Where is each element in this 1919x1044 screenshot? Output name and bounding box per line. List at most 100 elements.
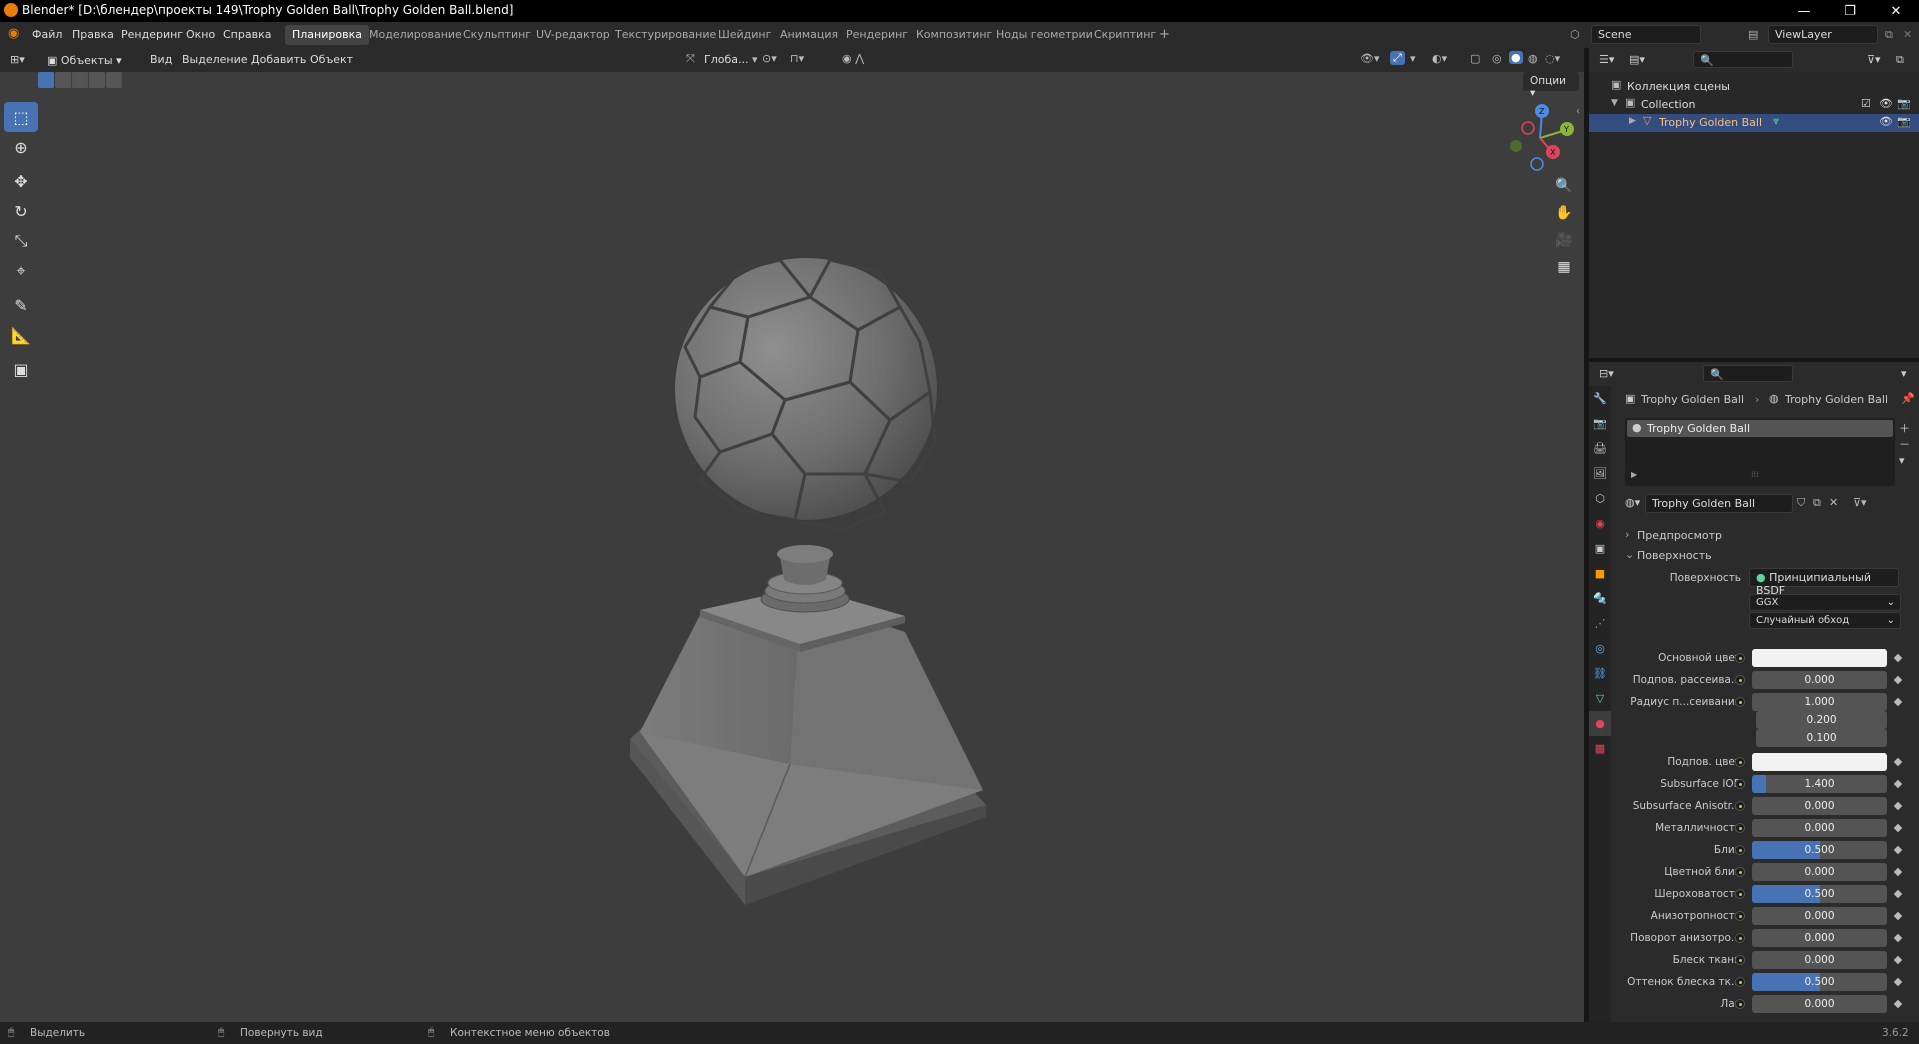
xray-icon[interactable]: ▢ [1470,52,1480,65]
wireframe-shading-icon[interactable]: ◎ [1492,52,1502,65]
properties-editor-type-icon[interactable]: ⊟▾ [1599,367,1614,380]
slot-specials-icon[interactable]: ▾ [1899,454,1905,467]
mesh-data-icon[interactable]: ⩔ [1773,114,1779,128]
socket-link-icon[interactable] [1735,889,1745,899]
neg-y-axis-icon[interactable] [1510,140,1522,152]
value-slider[interactable]: 0.000 [1752,863,1887,881]
keyframe-icon[interactable] [1893,779,1903,789]
annotate-tool-icon[interactable]: ✎ [4,290,38,320]
tab-sculpting[interactable]: Скульптинг [456,25,538,45]
tab-texture-paint[interactable]: Текстурирование [608,25,723,45]
view-layer-icon[interactable]: ▤ [1748,28,1758,41]
eye-icon[interactable]: 👁 [1879,97,1893,110]
menu-object[interactable]: Объект [310,53,353,66]
outliner-row-scene-collection[interactable]: ▣ Коллекция сцены [1589,78,1919,96]
surface-panel-header[interactable]: ⌄ Поверхность [1621,546,1913,564]
cursor-tool-icon[interactable]: ⊕ [4,132,38,162]
color-swatch[interactable] [1752,753,1887,771]
unlink-material-icon[interactable]: ✕ [1829,496,1838,509]
collection-tab-icon[interactable]: ▣ [1589,536,1611,561]
socket-link-icon[interactable] [1735,911,1745,921]
tab-uv-editing[interactable]: UV-редактор [529,25,617,45]
socket-link-icon[interactable] [1735,653,1745,663]
keyframe-icon[interactable] [1893,845,1903,855]
keyframe-icon[interactable] [1893,955,1903,965]
select-intersect-icon[interactable] [106,72,122,88]
expand-arrow-icon[interactable]: ▼ [1611,98,1618,108]
move-tool-icon[interactable]: ✥ [4,166,38,196]
navigation-gizmo[interactable]: Z Y X [1500,102,1580,174]
chevron-down-icon[interactable]: ▾ [1410,52,1416,65]
tab-shading[interactable]: Шейдинг [711,25,778,45]
tab-animation[interactable]: Анимация [773,25,845,45]
render-tab-icon[interactable]: 📷 [1589,411,1611,436]
add-cube-tool-icon[interactable]: ▣ [4,354,38,384]
rotate-tool-icon[interactable]: ↻ [4,196,38,226]
view-layer-tab-icon[interactable]: 🖼 [1589,461,1611,486]
socket-link-icon[interactable] [1735,779,1745,789]
menu-file[interactable]: Файл [32,28,62,41]
camera-view-icon[interactable]: 🎥 [1552,228,1576,252]
close-button[interactable]: ✕ [1873,0,1919,22]
resize-handle-icon[interactable]: ⁞⁞⁞ [1751,470,1759,479]
perspective-toggle-icon[interactable]: ▦ [1552,255,1576,279]
transform-orientation-selector[interactable]: Глоба... [704,53,748,66]
select-new-icon[interactable] [38,72,54,88]
keyframe-icon[interactable] [1893,823,1903,833]
sidebar-toggle-icon[interactable]: ‹ [1576,106,1580,117]
pivot-point-icon[interactable]: ⊙▾ [762,52,777,65]
menu-render[interactable]: Рендеринг [121,28,183,41]
menu-help[interactable]: Справка [223,28,271,41]
blender-menu-icon[interactable]: ◉ [8,26,19,41]
transform-orientation-icon[interactable]: ⤧ [686,52,695,66]
proportional-edit-icon[interactable]: ◉ ⋀ [842,52,864,65]
keyframe-icon[interactable] [1893,889,1903,899]
value-slider[interactable]: 1.400 [1752,775,1887,793]
minimize-button[interactable]: — [1781,0,1827,22]
socket-link-icon[interactable] [1735,675,1745,685]
camera-icon[interactable]: 📷 [1897,97,1911,110]
outliner-editor-type-icon[interactable]: ☰▾ [1599,53,1614,66]
data-tab-icon[interactable]: ▽ [1589,686,1611,711]
output-tab-icon[interactable]: 🖨 [1589,436,1611,461]
modifier-tab-icon[interactable]: 🔩 [1589,586,1611,611]
material-slot-item[interactable]: ● Trophy Golden Ball [1627,420,1893,437]
editor-type-icon[interactable]: ⊞▾ [10,53,25,66]
remove-view-layer-icon[interactable]: ✕ [1903,28,1912,41]
scene-tab-icon[interactable]: ⬡ [1589,486,1611,511]
add-workspace-button[interactable]: + [1152,24,1177,44]
camera-icon[interactable]: 📷 [1897,115,1911,128]
keyframe-icon[interactable] [1893,801,1903,811]
zoom-icon[interactable]: 🔍 [1552,174,1576,198]
chevron-down-icon[interactable]: ▾ [1901,367,1907,380]
material-browse-icon[interactable]: ◍▾ [1625,496,1640,509]
rendered-shading-icon[interactable]: ◌▾ [1545,52,1560,65]
measure-tool-icon[interactable]: 📐 [4,320,38,350]
overlay-icon[interactable]: ◐▾ [1432,52,1447,65]
chevron-down-icon[interactable]: ▾ [752,53,758,66]
neg-z-axis-icon[interactable] [1530,157,1544,171]
socket-link-icon[interactable] [1735,823,1745,833]
value-slider[interactable]: 0.100 [1756,729,1887,747]
socket-link-icon[interactable] [1735,845,1745,855]
keyframe-icon[interactable] [1893,977,1903,987]
expand-arrow-icon[interactable]: ▶ [1629,116,1636,126]
value-slider[interactable]: 0.500 [1752,841,1887,859]
value-slider[interactable]: 0.000 [1752,995,1887,1013]
keyframe-icon[interactable] [1893,911,1903,921]
fake-user-shield-icon[interactable]: ⛉ [1797,496,1805,510]
select-invert-icon[interactable] [89,72,105,88]
transform-tool-icon[interactable]: ⌖ [4,256,38,286]
menu-select[interactable]: Выделение [182,53,248,66]
tab-rendering[interactable]: Рендеринг [839,25,915,45]
surface-shader-selector[interactable]: ● Принципиальный BSDF [1749,568,1899,597]
material-name-input[interactable]: Trophy Golden Ball [1645,494,1793,513]
neg-x-axis-icon[interactable] [1521,121,1535,135]
tool-tab-icon[interactable]: 🔧 [1589,386,1611,411]
preview-panel-header[interactable]: › Предпросмотр [1621,526,1913,544]
socket-link-icon[interactable] [1735,999,1745,1009]
select-extend-icon[interactable] [55,72,71,88]
outliner-row-collection[interactable]: ▼ ▣ Collection ☑ 👁 📷 [1589,96,1919,114]
gizmo-toggle-icon[interactable]: ⤢ [1390,51,1405,65]
display-mode-icon[interactable]: ▤▾ [1629,53,1645,66]
